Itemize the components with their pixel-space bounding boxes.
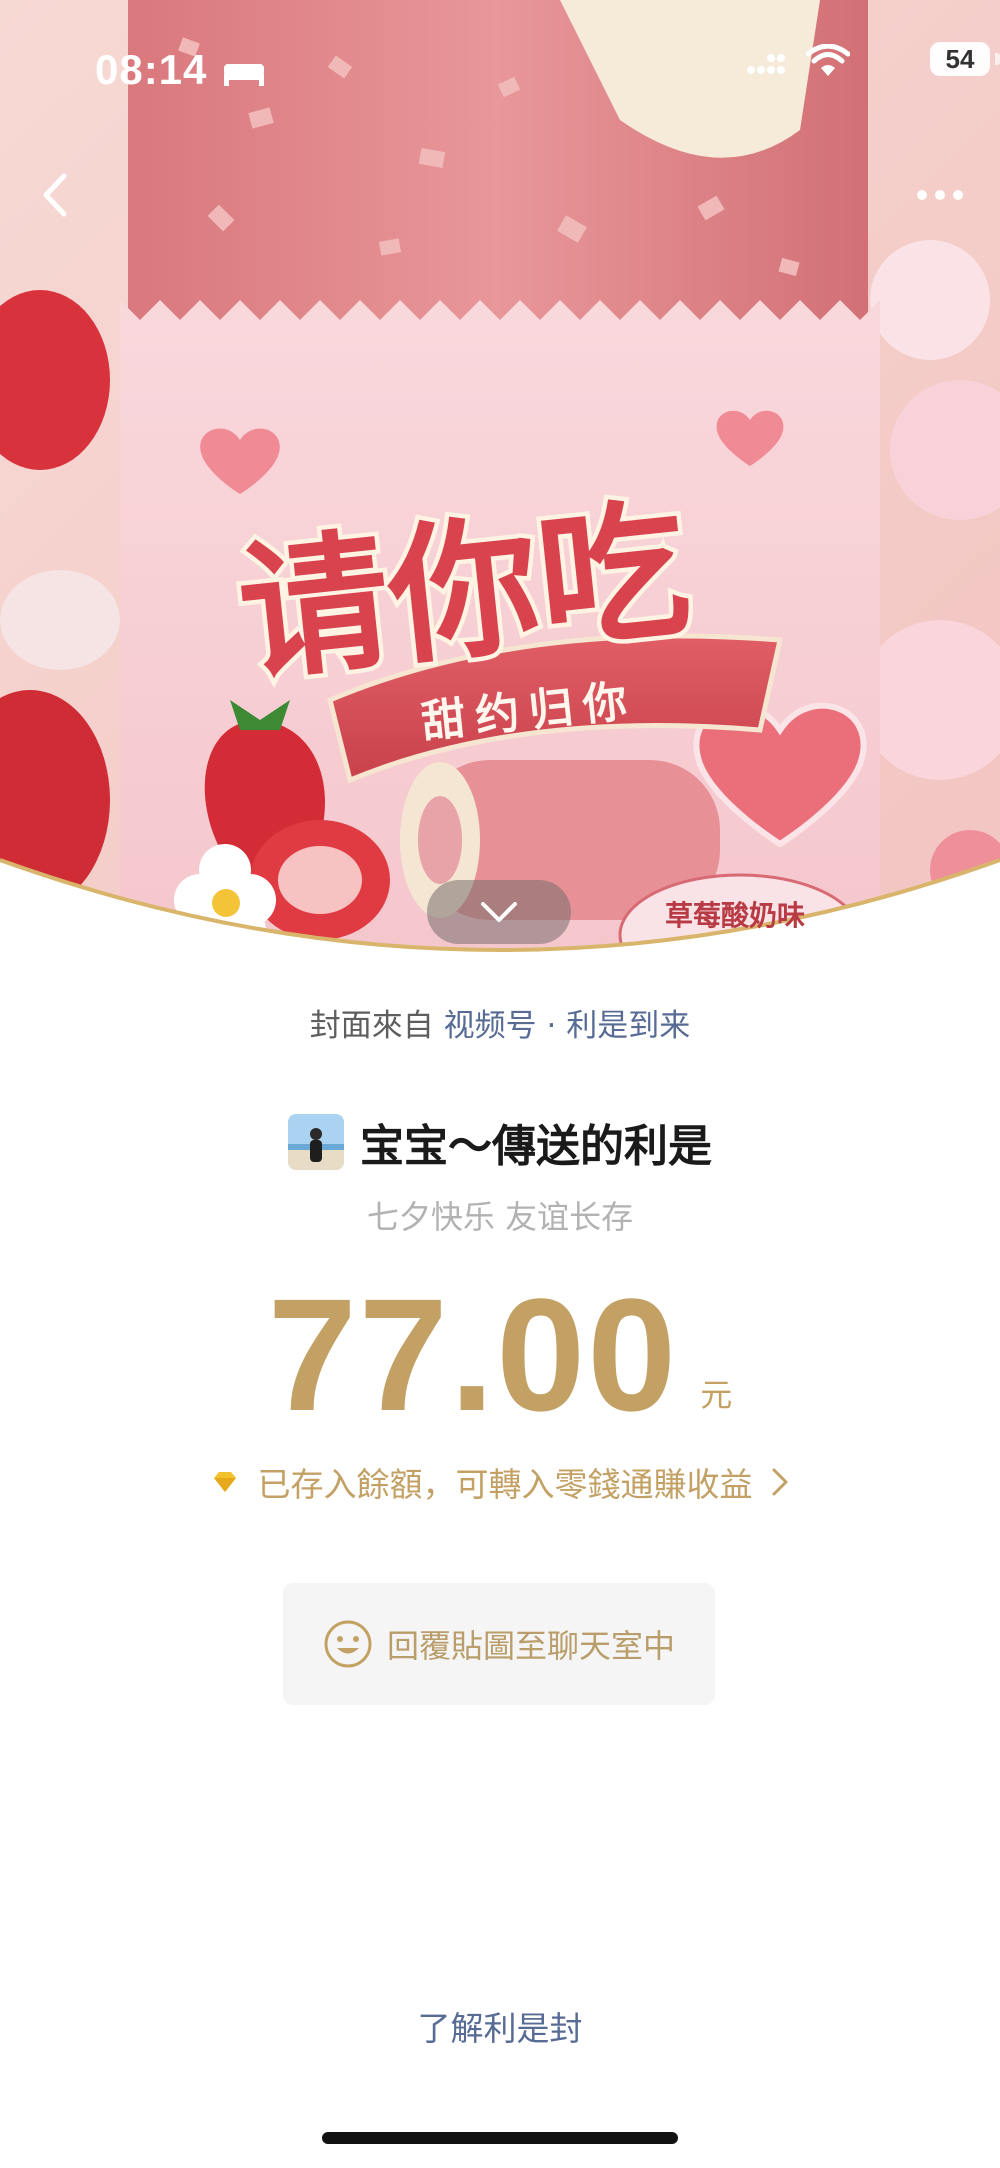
- sender-name: 宝宝～傳送的利是: [360, 1121, 712, 1172]
- amount-value: 77.00: [267, 1265, 679, 1444]
- status-bar: 08:14 54: [0, 42, 1000, 102]
- currency-label: 元: [700, 1376, 733, 1414]
- sleep-mode-icon: [224, 64, 264, 86]
- learn-more-link[interactable]: 了解利是封: [0, 2002, 1000, 2050]
- battery-indicator: 54: [930, 42, 990, 76]
- status-time: 08:14: [95, 46, 208, 93]
- back-button[interactable]: [30, 160, 80, 230]
- cover-image: 请你吃 甜约归你 草莓酸奶味: [0, 0, 1000, 980]
- cover-ribbon-text: 甜约归你: [419, 675, 639, 748]
- diamond-icon: [213, 1472, 236, 1492]
- reply-sticker-button[interactable]: 回覆貼圖至聊天室中: [283, 1583, 715, 1705]
- smile-icon: [324, 1620, 372, 1668]
- avatar[interactable]: [288, 1114, 344, 1170]
- cover-text-layer: 请你吃 甜约归你 草莓酸奶味: [226, 476, 805, 932]
- blessing-message: 七夕快乐 友谊长存: [366, 1198, 634, 1236]
- collapse-cover-button[interactable]: [427, 880, 571, 944]
- reply-button-label: 回覆貼圖至聊天室中: [386, 1627, 675, 1665]
- chevron-right-icon: [772, 1468, 787, 1496]
- wifi-icon: [806, 44, 850, 76]
- balance-link[interactable]: 已存入餘額，可轉入零錢通賺收益: [0, 1458, 1000, 1506]
- cover-source-prefix: 封面來自: [309, 1008, 434, 1044]
- cover-source-link[interactable]: 视频号 · 利是到来: [444, 1008, 691, 1044]
- chevron-left-icon: [43, 173, 67, 217]
- chevron-down-icon: [481, 902, 517, 922]
- sender-row: 宝宝～傳送的利是: [0, 1110, 1000, 1174]
- cover-headline: 请你吃: [231, 481, 697, 703]
- battery-cap: [995, 53, 1000, 65]
- cover-source: 封面來自 视频号 · 利是到来: [0, 1000, 1000, 1045]
- home-indicator[interactable]: [322, 2132, 678, 2144]
- cover-flavor-tag: 草莓酸奶味: [665, 899, 805, 932]
- balance-text: 已存入餘額，可轉入零錢通賺收益: [257, 1465, 753, 1504]
- more-dots-icon: [917, 190, 963, 200]
- amount-row: 77.00 元: [0, 1270, 1000, 1440]
- more-options-button[interactable]: [910, 175, 970, 215]
- cellular-signal-icon: [747, 54, 785, 74]
